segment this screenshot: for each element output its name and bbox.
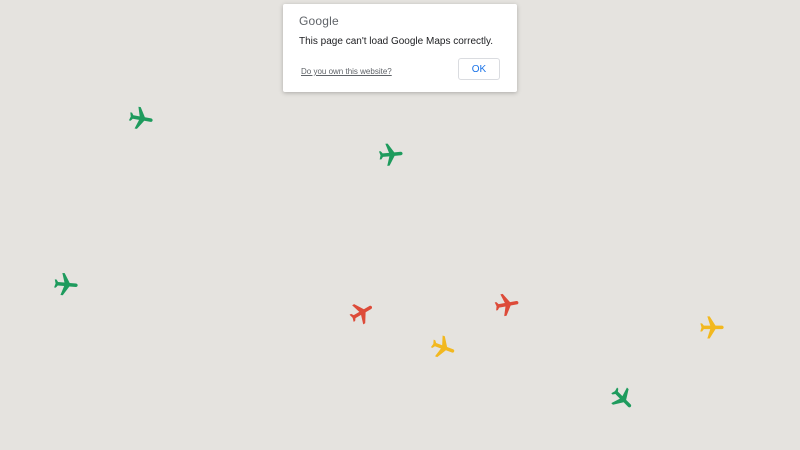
- airplane-icon[interactable]: [602, 379, 642, 419]
- google-logo: Google: [299, 14, 339, 28]
- airplane-icon[interactable]: [425, 330, 461, 366]
- airplane-icon[interactable]: [698, 314, 726, 342]
- maps-error-dialog: Google This page can't load Google Maps …: [283, 4, 517, 92]
- airplane-icon[interactable]: [51, 270, 81, 300]
- airplane-icon[interactable]: [376, 140, 406, 170]
- airplane-icon[interactable]: [125, 103, 157, 135]
- error-message: This page can't load Google Maps correct…: [299, 36, 494, 47]
- ok-button[interactable]: OK: [458, 58, 500, 80]
- own-website-link[interactable]: Do you own this website?: [301, 67, 392, 76]
- airplane-icon[interactable]: [343, 294, 381, 332]
- airplane-icon[interactable]: [491, 289, 523, 321]
